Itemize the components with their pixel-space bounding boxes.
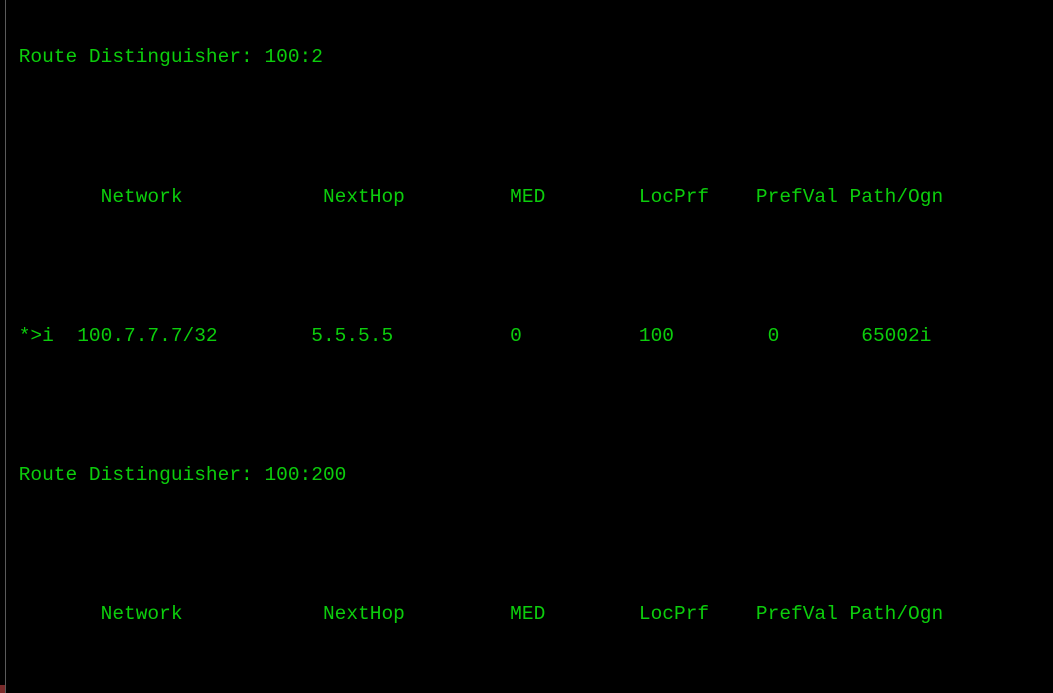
terminal-window: Route Distinguisher: 100:2 Network NextH…	[0, 0, 1053, 693]
output-line-6: Route Distinguisher: 100:200	[7, 463, 347, 486]
scrollbar-thumb[interactable]	[0, 685, 5, 693]
table-header-row-2: Network NextHop MED LocPrf PrefVal Path/…	[7, 603, 944, 626]
output-line-1	[7, 116, 1053, 139]
terminal-output-area[interactable]: Route Distinguisher: 100:2 Network NextH…	[7, 0, 1053, 693]
output-line-7	[7, 534, 1053, 557]
output-line-9	[7, 673, 1053, 693]
table-row: *>i 100.7.7.7/32 5.5.5.5 0 100 0 65002i	[7, 324, 932, 347]
terminal-scrollbar[interactable]	[0, 0, 6, 693]
output-line-3	[7, 255, 1053, 278]
output-line-0: Route Distinguisher: 100:2	[7, 46, 323, 69]
output-line-5	[7, 394, 1053, 417]
table-header-row-1: Network NextHop MED LocPrf PrefVal Path/…	[7, 185, 944, 208]
